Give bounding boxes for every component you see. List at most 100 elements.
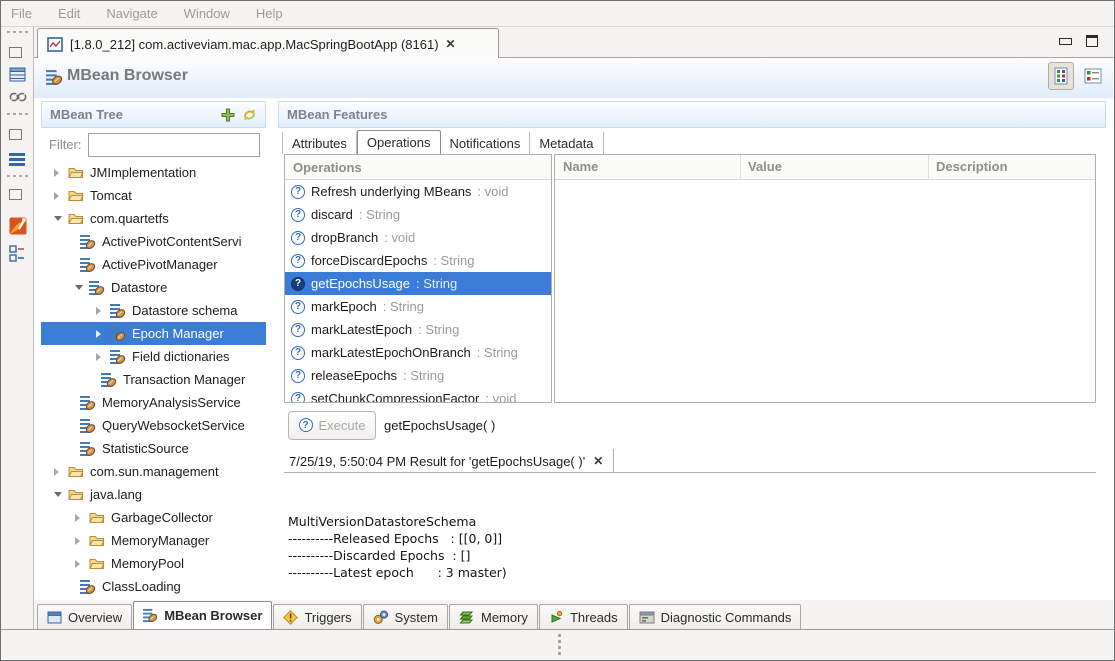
tree-item[interactable]: Tomcat — [41, 184, 266, 207]
tab-label: Attributes — [292, 136, 347, 151]
maximize-icon[interactable] — [1086, 35, 1098, 47]
tree-item[interactable]: ClassLoading — [41, 575, 266, 598]
question-icon: ? — [299, 418, 313, 432]
mbean-tree-header: MBean Tree — [41, 101, 266, 128]
tree-item[interactable]: MemoryAnalysisService — [41, 391, 266, 414]
list-view-icon[interactable] — [9, 151, 26, 168]
tree-item[interactable]: com.sun.management — [41, 460, 266, 483]
operation-type: : String — [418, 322, 459, 337]
tab-operations[interactable]: Operations — [357, 130, 441, 154]
tab-label: Notifications — [450, 136, 521, 151]
tab-diagnostic-commands[interactable]: Diagnostic Commands — [629, 604, 802, 629]
refresh-icon[interactable] — [242, 108, 257, 122]
mbean-features-header: MBean Features — [278, 101, 1106, 128]
operation-row[interactable]: ?setChunkCompressionFactor: void — [285, 387, 551, 403]
editor-tab-close-icon[interactable]: ✕ — [446, 37, 456, 51]
expand-arrow-icon[interactable] — [96, 329, 110, 339]
tab-system[interactable]: System — [363, 604, 448, 629]
add-mbean-icon[interactable] — [221, 108, 235, 122]
tree-item[interactable]: GarbageCollector — [41, 506, 266, 529]
operation-row[interactable]: ?forceDiscardEpochs: String — [285, 249, 551, 272]
outline-view-icon[interactable] — [9, 245, 26, 262]
menu-edit[interactable]: Edit — [58, 6, 80, 21]
expand-arrow-icon[interactable] — [54, 467, 68, 477]
expand-arrow-icon[interactable] — [54, 168, 68, 178]
tab-overview[interactable]: Overview — [37, 604, 132, 629]
tab-memory[interactable]: Memory — [449, 604, 538, 629]
folder-icon — [89, 556, 106, 572]
operations-list: Operations ?Refresh underlying MBeans: v… — [284, 154, 552, 403]
menu-window[interactable]: Window — [184, 6, 230, 21]
tree-item-label: GarbageCollector — [111, 510, 213, 525]
operation-row[interactable]: ?Refresh underlying MBeans: void — [285, 180, 551, 203]
tree-item[interactable]: QueryWebsocketService — [41, 414, 266, 437]
operation-row[interactable]: ?discard: String — [285, 203, 551, 226]
collapse-arrow-icon[interactable] — [54, 214, 68, 224]
operation-row[interactable]: ?markLatestEpochOnBranch: String — [285, 341, 551, 364]
tree-item-selected[interactable]: Epoch Manager — [41, 322, 266, 345]
collapse-arrow-icon[interactable] — [54, 490, 68, 500]
form-header: MBean Browser — [34, 58, 1114, 98]
tree-item[interactable]: Datastore schema — [41, 299, 266, 322]
menu-navigate[interactable]: Navigate — [106, 6, 157, 21]
operation-name: forceDiscardEpochs — [311, 253, 427, 268]
operation-row[interactable]: ?markLatestEpoch: String — [285, 318, 551, 341]
expand-arrow-icon[interactable] — [75, 559, 89, 569]
restore-view-icon[interactable] — [9, 125, 26, 142]
column-description[interactable]: Description — [936, 159, 1008, 174]
connection-editor-tab[interactable]: [1.8.0_212] com.activeviam.mac.app.MacSp… — [37, 28, 499, 59]
tree-item[interactable]: MemoryManager — [41, 529, 266, 552]
column-name[interactable]: Name — [563, 159, 598, 174]
expand-arrow-icon[interactable] — [75, 536, 89, 546]
operation-row[interactable]: ?markEpoch: String — [285, 295, 551, 318]
tab-mbean-browser[interactable]: MBean Browser — [133, 601, 272, 629]
collapse-arrow-icon[interactable] — [75, 283, 89, 293]
tree-item[interactable]: Transaction Manager — [41, 368, 266, 391]
tree-item[interactable]: JMImplementation — [41, 161, 266, 184]
minimize-icon[interactable] — [1059, 38, 1072, 45]
tree-item-label: StatisticSource — [102, 441, 189, 456]
tab-metadata[interactable]: Metadata — [530, 132, 603, 154]
tree-item[interactable]: Field dictionaries — [41, 345, 266, 368]
tree-item[interactable]: Datastore — [41, 276, 266, 299]
parameters-table: Name Value Description — [554, 154, 1096, 403]
menu-help[interactable]: Help — [256, 6, 283, 21]
result-tab-bar: 7/25/19, 5:50:04 PM Result for 'getEpoch… — [284, 449, 1096, 473]
filter-input[interactable] — [88, 133, 260, 157]
column-separator[interactable] — [928, 155, 929, 180]
column-separator[interactable] — [740, 155, 741, 180]
tab-triggers[interactable]: Triggers — [273, 604, 361, 629]
operation-row[interactable]: ?releaseEpochs: String — [285, 364, 551, 387]
record-icon[interactable] — [9, 91, 26, 108]
mbean-browser-icon — [46, 69, 63, 86]
tab-threads[interactable]: Threads — [539, 604, 628, 629]
expand-arrow-icon[interactable] — [96, 352, 110, 362]
tree-item[interactable]: java.lang — [41, 483, 266, 506]
tree-item[interactable]: ActivePivotContentServi — [41, 230, 266, 253]
mission-control-rocket-icon[interactable] — [9, 217, 26, 234]
tree-item[interactable]: ActivePivotManager — [41, 253, 266, 276]
tree-item[interactable]: MemoryPool — [41, 552, 266, 575]
status-bar-drag-handle[interactable] — [558, 634, 561, 655]
folder-icon — [89, 533, 106, 549]
expand-arrow-icon[interactable] — [54, 191, 68, 201]
horizontal-layout-toggle-button[interactable] — [1082, 66, 1104, 86]
tab-attributes[interactable]: Attributes — [282, 132, 357, 154]
column-value[interactable]: Value — [748, 159, 782, 174]
result-tab-close-icon[interactable]: ✕ — [593, 454, 603, 468]
restore-view-icon[interactable] — [9, 185, 26, 202]
result-tab[interactable]: 7/25/19, 5:50:04 PM Result for 'getEpoch… — [284, 449, 614, 473]
expand-arrow-icon[interactable] — [75, 513, 89, 523]
tree-item[interactable]: StatisticSource — [41, 437, 266, 460]
restore-view-icon[interactable] — [9, 43, 26, 60]
tab-notifications[interactable]: Notifications — [441, 132, 531, 154]
menu-file[interactable]: File — [11, 6, 32, 21]
table-view-icon[interactable] — [9, 67, 26, 84]
tree-item[interactable]: com.quartetfs — [41, 207, 266, 230]
vertical-layout-toggle-button[interactable] — [1048, 62, 1074, 90]
mbean-browser-form: MBean Browser MBean Tree Filter: — [34, 58, 1114, 629]
operation-row[interactable]: ?dropBranch: void — [285, 226, 551, 249]
operation-row-selected[interactable]: ?getEpochsUsage: String — [285, 272, 551, 295]
execute-button[interactable]: ? Execute — [288, 411, 376, 440]
expand-arrow-icon[interactable] — [96, 306, 110, 316]
